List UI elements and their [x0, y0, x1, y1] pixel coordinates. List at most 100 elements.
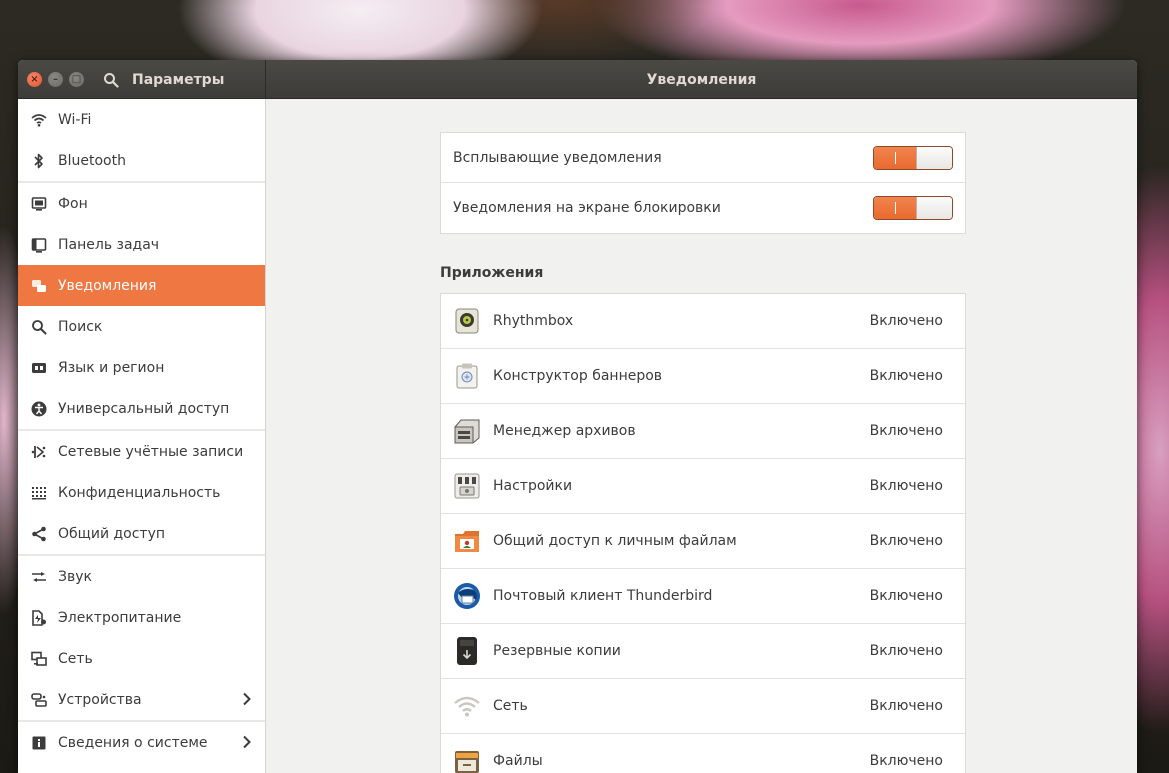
sidebar-item-label: Уведомления	[58, 277, 157, 294]
sidebar-item-network[interactable]: Сеть	[18, 638, 265, 679]
app-row-banner-designer[interactable]: Конструктор баннеров Включено	[441, 349, 965, 404]
sidebar-item-wifi[interactable]: Wi-Fi	[18, 99, 265, 140]
sidebar-item-label: Поиск	[58, 318, 103, 335]
lockscreen-notifications-switch[interactable]	[873, 196, 953, 220]
search-icon[interactable]	[102, 71, 120, 89]
app-status: Включено	[869, 753, 943, 769]
sidebar-item-dock[interactable]: Панель задач	[18, 224, 265, 265]
sidebar-item-label: Конфиденциальность	[58, 484, 221, 501]
notifications-icon	[31, 278, 47, 294]
app-status: Включено	[869, 588, 943, 604]
sidebar-item-details[interactable]: Сведения о системе	[18, 722, 265, 763]
popup-notifications-switch[interactable]	[873, 146, 953, 170]
sidebar-header: × – □ Параметры	[18, 60, 266, 99]
app-row-files[interactable]: Файлы Включено	[441, 734, 965, 773]
popup-notifications-row: Всплывающие уведомления	[441, 133, 965, 183]
maximize-button[interactable]: □	[69, 72, 84, 87]
sidebar-item-label: Фон	[58, 195, 88, 212]
app-status: Включено	[869, 423, 943, 439]
app-name: Конструктор баннеров	[493, 368, 663, 384]
sharing-icon	[31, 526, 47, 542]
title-bar: × – □ Параметры Уведомления	[18, 60, 1137, 99]
sidebar-item-power[interactable]: Электропитание	[18, 597, 265, 638]
sidebar-item-privacy[interactable]: Конфиденциальность	[18, 472, 265, 513]
files-icon	[452, 746, 482, 773]
sidebar-item-label: Wi-Fi	[58, 111, 92, 128]
app-row-backups[interactable]: Резервные копии Включено	[441, 624, 965, 679]
settings-window: × – □ Параметры Уведомления Wi-Fi Blueto…	[18, 60, 1137, 773]
app-name: Менеджер архивов	[493, 423, 636, 439]
network-icon	[31, 651, 47, 667]
sidebar-item-label: Универсальный доступ	[58, 400, 230, 417]
minimize-button[interactable]: –	[48, 72, 63, 87]
app-row-thunderbird[interactable]: Почтовый клиент Thunderbird Включено	[441, 569, 965, 624]
sidebar-item-notifications[interactable]: Уведомления	[18, 265, 265, 306]
app-name: Настройки	[493, 478, 573, 494]
file-sharing-icon	[452, 526, 482, 556]
sidebar-item-background[interactable]: Фон	[18, 183, 265, 224]
app-row-rhythmbox[interactable]: Rhythmbox Включено	[441, 294, 965, 349]
dock-icon	[31, 237, 47, 253]
app-name: Сеть	[493, 698, 528, 714]
sidebar-item-devices[interactable]: Устройства	[18, 679, 265, 720]
switch-knob	[916, 197, 952, 219]
app-status: Включено	[869, 698, 943, 714]
page-title: Уведомления	[646, 71, 757, 88]
app-status: Включено	[869, 368, 943, 384]
rhythmbox-icon	[452, 306, 482, 336]
app-row-file-sharing[interactable]: Общий доступ к личным файлам Включено	[441, 514, 965, 569]
background-icon	[31, 196, 47, 212]
backups-icon	[452, 636, 482, 666]
app-status: Включено	[869, 533, 943, 549]
sidebar-item-label: Сетевые учётные записи	[58, 443, 244, 460]
sound-icon	[31, 569, 47, 585]
app-name: Rhythmbox	[493, 313, 574, 329]
sidebar: Wi-Fi Bluetooth Фон Панель задач Уведомл…	[18, 99, 266, 773]
app-name: Файлы	[493, 753, 543, 769]
app-status: Включено	[869, 478, 943, 494]
sidebar-item-accessibility[interactable]: Универсальный доступ	[18, 388, 265, 429]
archive-manager-icon	[452, 416, 482, 446]
app-row-archive-manager[interactable]: Менеджер архивов Включено	[441, 404, 965, 459]
search-icon	[31, 319, 47, 335]
app-name: Общий доступ к личным файлам	[493, 533, 737, 549]
sidebar-item-label: Устройства	[58, 691, 142, 708]
app-row-network[interactable]: Сеть Включено	[441, 679, 965, 734]
banner-designer-icon	[452, 361, 482, 391]
app-row-settings[interactable]: Настройки Включено	[441, 459, 965, 514]
sidebar-item-bluetooth[interactable]: Bluetooth	[18, 140, 265, 181]
app-status: Включено	[869, 313, 943, 329]
switch-on-indicator	[874, 197, 916, 219]
settings-title: Параметры	[132, 71, 225, 88]
app-status: Включено	[869, 643, 943, 659]
bluetooth-icon	[31, 153, 47, 169]
thunderbird-icon	[452, 581, 482, 611]
chevron-right-icon	[242, 692, 251, 710]
devices-icon	[31, 692, 47, 708]
sidebar-item-sharing[interactable]: Общий доступ	[18, 513, 265, 554]
lockscreen-notifications-row: Уведомления на экране блокировки	[441, 183, 965, 233]
sidebar-item-label: Панель задач	[58, 236, 160, 253]
accessibility-icon	[31, 401, 47, 417]
region-icon	[31, 360, 47, 376]
online-accounts-icon	[31, 444, 47, 460]
close-button[interactable]: ×	[27, 72, 42, 87]
applications-list: Rhythmbox Включено Конструктор баннеров …	[440, 293, 966, 773]
sidebar-item-online-accounts[interactable]: Сетевые учётные записи	[18, 431, 265, 472]
app-name: Резервные копии	[493, 643, 621, 659]
network-app-icon	[452, 691, 482, 721]
main-panel: Всплывающие уведомления Уведомления на э…	[266, 99, 1137, 773]
sidebar-item-label: Bluetooth	[58, 152, 126, 169]
sidebar-item-label: Язык и регион	[58, 359, 165, 376]
app-name: Почтовый клиент Thunderbird	[493, 588, 713, 604]
sidebar-item-search[interactable]: Поиск	[18, 306, 265, 347]
settings-app-icon	[452, 471, 482, 501]
sidebar-item-region[interactable]: Язык и регион	[18, 347, 265, 388]
sidebar-item-sound[interactable]: Звук	[18, 556, 265, 597]
lockscreen-notifications-label: Уведомления на экране блокировки	[453, 200, 721, 216]
sidebar-item-label: Звук	[58, 568, 92, 585]
chevron-right-icon	[242, 735, 251, 753]
privacy-icon	[31, 485, 47, 501]
switch-knob	[916, 147, 952, 169]
power-icon	[31, 609, 47, 626]
